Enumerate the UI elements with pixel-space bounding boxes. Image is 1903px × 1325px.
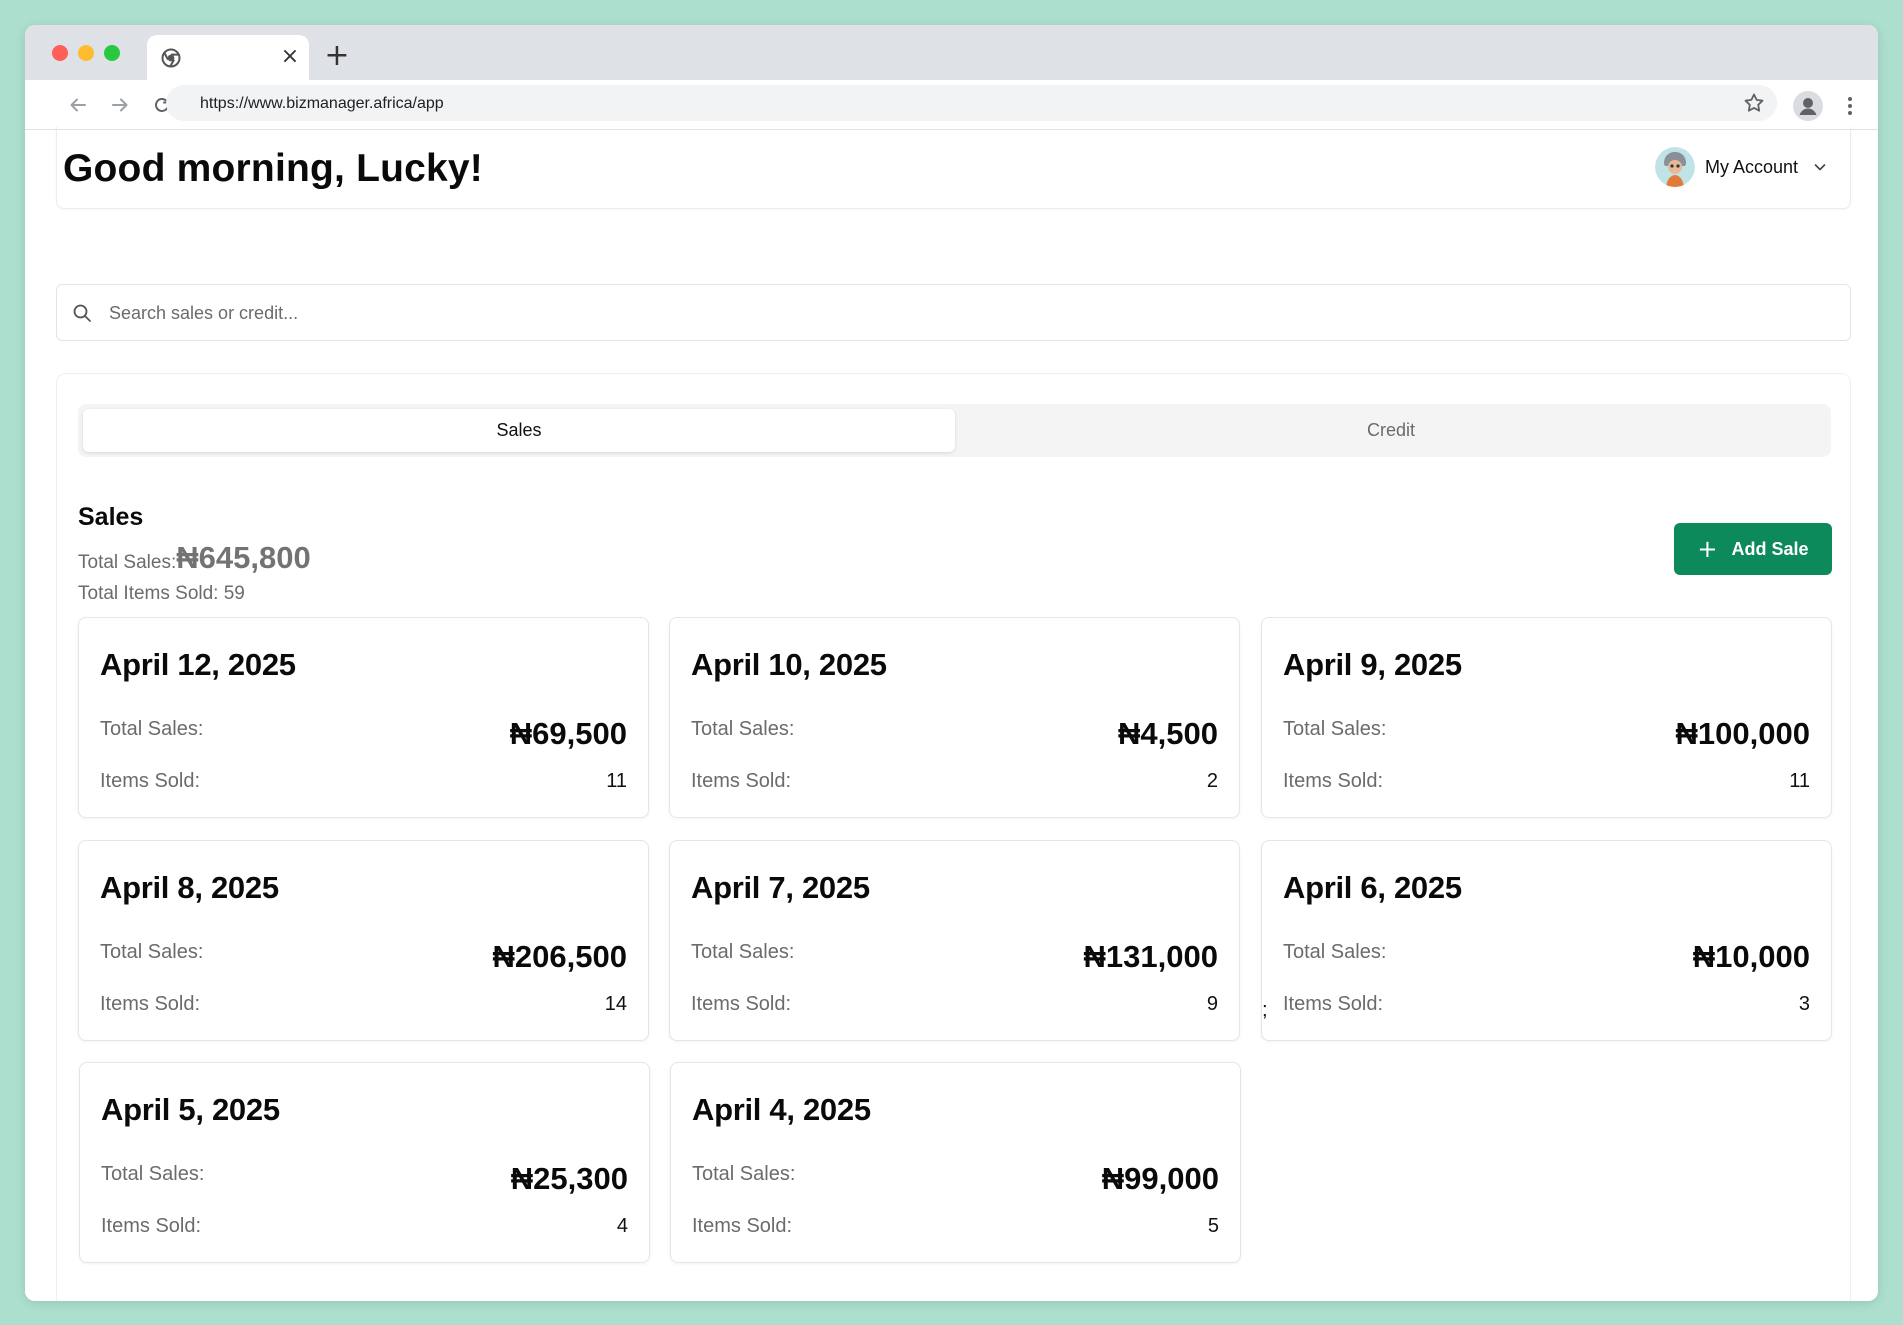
close-window-button[interactable] — [52, 45, 68, 61]
sales-day-grid: April 12, 2025 Total Sales: ₦69,500 Item… — [78, 617, 1833, 1277]
chrome-icon — [161, 48, 181, 68]
total-sales-label: Total Sales: — [1283, 718, 1387, 740]
total-items-sold: Total Items Sold: 59 — [78, 583, 245, 604]
items-sold-label: Items Sold: — [101, 1215, 202, 1237]
day-date: April 8, 2025 — [100, 870, 279, 905]
day-date: April 5, 2025 — [101, 1092, 280, 1127]
avatar — [1654, 147, 1695, 187]
new-tab-icon[interactable]: + — [323, 41, 351, 71]
tab-sales[interactable]: Sales — [83, 409, 955, 452]
browser-menu-icon[interactable] — [1840, 91, 1860, 121]
plus-icon: + — [1697, 535, 1718, 563]
maximize-window-button[interactable] — [104, 45, 120, 61]
day-total-sales: ₦4,500 — [1118, 716, 1218, 751]
total-sales-label: Total Sales: — [78, 552, 177, 573]
items-sold-label: Items Sold: — [1283, 770, 1384, 792]
browser-tab[interactable]: × — [147, 35, 309, 80]
back-icon[interactable] — [64, 91, 92, 119]
search-bar — [56, 284, 1851, 341]
close-tab-icon[interactable]: × — [278, 45, 302, 69]
profile-icon[interactable] — [1793, 91, 1823, 121]
add-sale-button[interactable]: + Add Sale — [1674, 523, 1832, 575]
day-total-sales: ₦100,000 — [1675, 716, 1810, 751]
sales-day-card[interactable]: April 10, 2025 Total Sales: ₦4,500 Items… — [669, 617, 1240, 818]
url-text: https://www.bizmanager.africa/app — [200, 95, 444, 112]
total-sales-label: Total Sales: — [100, 718, 204, 740]
total-sales-label: Total Sales: — [692, 1163, 796, 1185]
items-sold-label: Items Sold: — [692, 1215, 793, 1237]
page-content: Good morning, Lucky! My Account Search s… — [25, 127, 1878, 1301]
day-items-sold: 11 — [606, 770, 627, 792]
bookmark-star-icon[interactable] — [1743, 92, 1765, 114]
day-date: April 9, 2025 — [1283, 647, 1462, 682]
day-date: April 10, 2025 — [691, 647, 887, 682]
items-sold-label: Items Sold: — [100, 770, 201, 792]
day-total-sales: ₦206,500 — [492, 939, 627, 974]
sales-day-card[interactable]: April 8, 2025 Total Sales: ₦206,500 Item… — [78, 840, 649, 1041]
my-account-label: My Account — [1704, 156, 1798, 177]
day-date: April 12, 2025 — [100, 647, 296, 682]
total-sales-label: Total Sales: — [691, 941, 795, 963]
chevron-down-icon — [1814, 164, 1826, 171]
browser-window: × + https://www.bizmanager.africa/app Go… — [25, 25, 1878, 1301]
items-sold-label: Items Sold: — [1283, 993, 1384, 1015]
day-items-sold: 14 — [604, 993, 627, 1015]
day-date: April 4, 2025 — [692, 1092, 871, 1127]
sales-day-card[interactable]: April 4, 2025 Total Sales: ₦99,000 Items… — [670, 1062, 1241, 1263]
address-bar[interactable]: https://www.bizmanager.africa/app — [166, 85, 1777, 121]
sales-day-card[interactable]: April 5, 2025 Total Sales: ₦25,300 Items… — [79, 1062, 650, 1263]
items-sold-label: Items Sold: — [691, 770, 792, 792]
day-total-sales: ₦69,500 — [509, 716, 627, 751]
day-items-sold: 9 — [1206, 993, 1218, 1015]
browser-toolbar: https://www.bizmanager.africa/app — [25, 80, 1878, 130]
sales-panel: Sales Credit Sales Total Sales: ₦645,800… — [56, 373, 1851, 1301]
tab-strip: × + — [25, 25, 1878, 80]
sales-day-card[interactable]: April 7, 2025 Total Sales: ₦131,000 Item… — [669, 840, 1240, 1041]
search-icon — [73, 304, 91, 322]
section-title: Sales — [78, 503, 144, 531]
day-total-sales: ₦99,000 — [1101, 1161, 1219, 1196]
page-header: Good morning, Lucky! My Account — [56, 127, 1851, 209]
day-items-sold: 2 — [1206, 770, 1218, 792]
day-items-sold: 3 — [1798, 993, 1810, 1015]
total-sales-label: Total Sales: — [1283, 941, 1387, 963]
total-sales-value: ₦645,800 — [176, 540, 311, 575]
sales-day-card[interactable]: April 6, 2025 Total Sales: ₦10,000 Items… — [1261, 840, 1832, 1041]
sales-day-card[interactable]: April 12, 2025 Total Sales: ₦69,500 Item… — [78, 617, 649, 818]
total-sales-summary: Total Sales: ₦645,800 — [78, 540, 311, 575]
items-sold-label: Items Sold: — [100, 993, 201, 1015]
total-sales-label: Total Sales: — [100, 941, 204, 963]
day-total-sales: ₦131,000 — [1083, 939, 1218, 974]
items-sold-label: Items Sold: — [691, 993, 792, 1015]
day-items-sold: 4 — [616, 1215, 628, 1237]
total-sales-label: Total Sales: — [101, 1163, 205, 1185]
total-sales-label: Total Sales: — [691, 718, 795, 740]
forward-icon[interactable] — [106, 91, 134, 119]
day-date: April 7, 2025 — [691, 870, 870, 905]
add-sale-label: Add Sale — [1731, 538, 1809, 559]
sales-day-card[interactable]: April 9, 2025 Total Sales: ₦100,000 Item… — [1261, 617, 1832, 818]
tab-credit[interactable]: Credit — [955, 409, 1827, 452]
day-total-sales: ₦25,300 — [510, 1161, 628, 1196]
day-date: April 6, 2025 — [1283, 870, 1462, 905]
search-input[interactable] — [109, 297, 1809, 329]
day-total-sales: ₦10,000 — [1692, 939, 1810, 974]
stray-semicolon: ; — [1262, 999, 1268, 1021]
tab-list: Sales Credit — [78, 404, 1831, 457]
day-items-sold: 11 — [1789, 770, 1810, 792]
my-account-menu[interactable]: My Account — [1654, 146, 1828, 188]
day-items-sold: 5 — [1207, 1215, 1219, 1237]
greeting-title: Good morning, Lucky! — [63, 147, 483, 190]
minimize-window-button[interactable] — [78, 45, 94, 61]
